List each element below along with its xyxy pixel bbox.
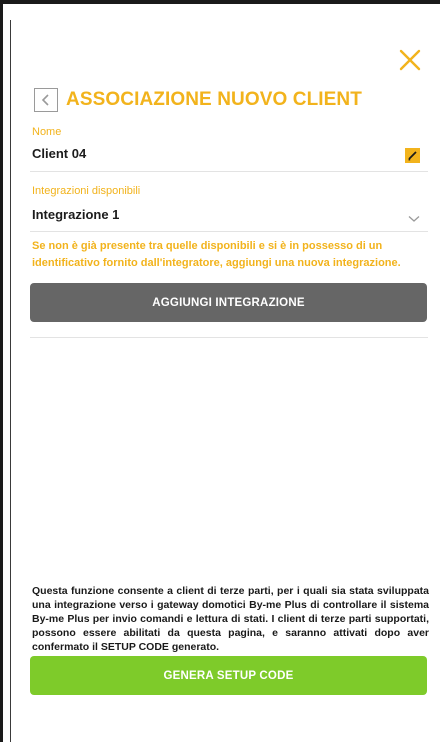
page-title: ASSOCIAZIONE NUOVO CLIENT (66, 89, 362, 110)
integration-dropdown-toggle[interactable] (408, 210, 420, 228)
panel-left-edge (10, 20, 11, 742)
feature-description: Questa funzione consente a client di ter… (32, 585, 429, 653)
integration-select[interactable]: Integrazione 1 (32, 207, 119, 222)
integration-field-underline (30, 231, 428, 232)
back-button[interactable] (34, 88, 58, 112)
close-icon (399, 49, 421, 71)
section-divider (30, 337, 428, 338)
window-left-border (0, 0, 3, 742)
name-field[interactable]: Client 04 (32, 146, 86, 161)
generate-setup-code-button[interactable]: GENERA SETUP CODE (30, 656, 427, 695)
edit-name-button[interactable] (405, 148, 420, 163)
chevron-left-icon (41, 94, 49, 106)
chevron-down-icon (408, 216, 420, 222)
name-label: Nome (32, 126, 62, 138)
integrations-label: Integrazioni disponibili (32, 185, 141, 197)
page-header: ASSOCIAZIONE NUOVO CLIENT (34, 87, 362, 113)
name-field-underline (30, 171, 428, 172)
integration-hint: Se non è già presente tra quelle disponi… (32, 240, 401, 269)
close-button[interactable] (398, 48, 422, 72)
edit-pencil-icon (408, 151, 417, 161)
window-top-border (0, 0, 440, 4)
add-integration-button[interactable]: AGGIUNGI INTEGRAZIONE (30, 283, 427, 322)
